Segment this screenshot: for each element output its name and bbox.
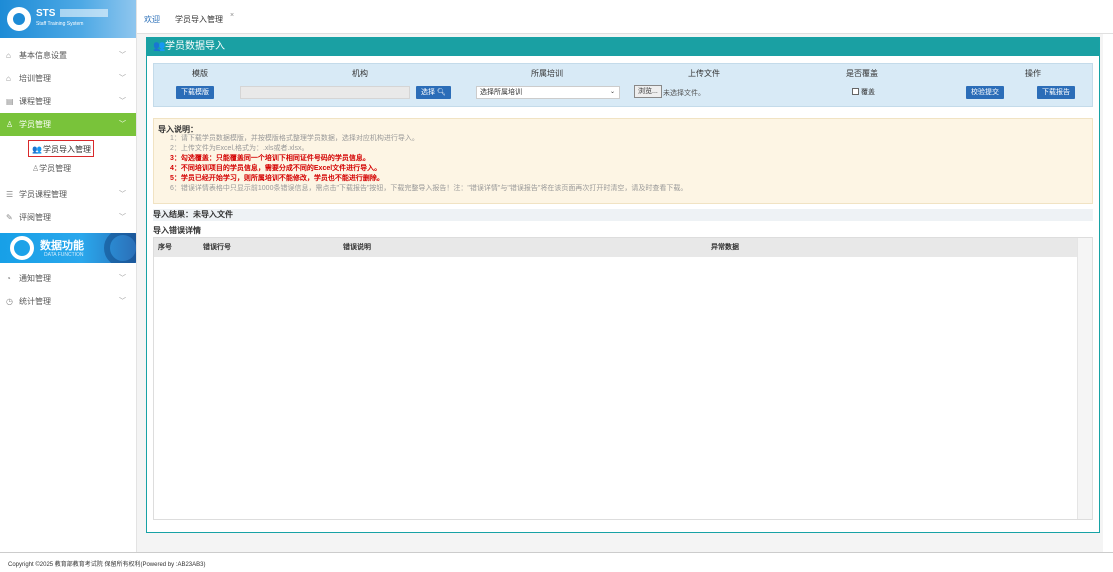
sidebar-item-training[interactable]: ⌂ 培训管理 ﹀ bbox=[0, 67, 136, 90]
chevron-down-icon: ﹀ bbox=[119, 121, 126, 128]
column-header-abnormal-data: 异常数据 bbox=[711, 244, 739, 251]
notice-title: 导入说明： bbox=[158, 125, 198, 134]
main-content: 👥 学员数据导入 模版 下载模版 机构 选择 🔍︎ 所属培训 选择所属培训 ⌄ … bbox=[137, 34, 1103, 552]
chevron-down-icon: ﹀ bbox=[119, 52, 126, 59]
data-function-title: 数据功能 bbox=[40, 240, 84, 252]
error-table: 序号 错误行号 错误说明 异常数据 bbox=[153, 237, 1093, 520]
import-result: 导入结果：未导入文件 bbox=[153, 209, 1093, 221]
sidebar-item-label: 课程管理 bbox=[19, 97, 51, 106]
column-header-error-desc: 错误说明 bbox=[343, 244, 371, 251]
gear-bg-icon bbox=[104, 233, 136, 263]
sidebar-item-review[interactable]: ✎ 评阅管理 ﹀ bbox=[0, 206, 136, 229]
sidebar-item-label: 评阅管理 bbox=[19, 213, 51, 222]
chevron-down-icon: ﹀ bbox=[119, 275, 126, 282]
panel-title: 学员数据导入 bbox=[165, 41, 225, 52]
book-icon: ▤ bbox=[6, 97, 14, 106]
logo-redacted bbox=[60, 9, 108, 17]
logo-bar: STS Staff Training System bbox=[0, 0, 136, 38]
training-select-value: 选择所属培训 bbox=[480, 89, 522, 96]
training-label: 所属培训 bbox=[531, 69, 563, 78]
close-icon[interactable]: × bbox=[230, 12, 234, 19]
org-label: 机构 bbox=[352, 69, 368, 78]
file-name-text: 未选择文件。 bbox=[663, 90, 705, 97]
import-notice: 导入说明： 1：请下载学员数据模版，并按模版格式整理学员数据，选择对应机构进行导… bbox=[153, 118, 1093, 204]
sidebar-item-student-courses[interactable]: ☰ 学员课程管理 ﹀ bbox=[0, 183, 136, 206]
sidebar-item-label: 基本信息设置 bbox=[19, 51, 67, 60]
data-function-subtitle: DATA FUNCTION bbox=[44, 252, 84, 258]
verify-submit-button[interactable]: 校验提交 bbox=[966, 86, 1004, 99]
home-icon: ⌂ bbox=[6, 51, 11, 60]
notice-line-warning: 3：勾选覆盖：只能覆盖同一个培训下相同证件号码的学员信息。 bbox=[170, 155, 370, 162]
sidebar-item-label: 通知管理 bbox=[19, 274, 51, 283]
search-icon: 🔍︎ bbox=[436, 89, 446, 96]
chat-icon: ◔ bbox=[6, 274, 11, 283]
notice-line: 6：错误详情表格中只显示前1000条错误信息，需点击"下载报告"按钮，下载完整导… bbox=[170, 185, 688, 192]
download-report-button[interactable]: 下载报告 bbox=[1037, 86, 1075, 99]
sidebar-subitem-student-import[interactable]: 👥学员导入管理 bbox=[28, 140, 94, 157]
training-select[interactable]: 选择所属培训 ⌄ bbox=[476, 86, 620, 99]
chevron-down-icon: ﹀ bbox=[119, 75, 126, 82]
checkbox-box[interactable] bbox=[852, 88, 859, 95]
chevron-down-icon: ⌄ bbox=[609, 89, 615, 95]
actions-label: 操作 bbox=[1025, 69, 1041, 78]
import-form: 模版 下载模版 机构 选择 🔍︎ 所属培训 选择所属培训 ⌄ 上传文件 浏览..… bbox=[153, 63, 1093, 107]
logo-icon bbox=[7, 7, 31, 31]
chevron-down-icon: ﹀ bbox=[119, 298, 126, 305]
sidebar-subitem-student-manage[interactable]: ♙学员管理 bbox=[0, 160, 136, 177]
sidebar-item-basic-settings[interactable]: ⌂ 基本信息设置 ﹀ bbox=[0, 44, 136, 67]
download-template-button[interactable]: 下载模版 bbox=[176, 86, 214, 99]
sidebar-item-courses[interactable]: ▤ 课程管理 ﹀ bbox=[0, 90, 136, 113]
chevron-down-icon: ﹀ bbox=[119, 98, 126, 105]
notice-line-warning: 4：不同培训项目的学员信息，需要分成不同的Excel文件进行导入。 bbox=[170, 165, 382, 172]
users-icon: 👥 bbox=[153, 41, 166, 52]
import-panel: 👥 学员数据导入 模版 下载模版 机构 选择 🔍︎ 所属培训 选择所属培训 ⌄ … bbox=[146, 37, 1100, 533]
sidebar-subitem-label: 学员导入管理 bbox=[42, 145, 91, 154]
select-org-label: 选择 bbox=[421, 89, 435, 96]
sidebar-item-label: 学员课程管理 bbox=[19, 190, 67, 199]
panel-header: 👥 学员数据导入 bbox=[147, 38, 1099, 56]
org-input[interactable] bbox=[240, 86, 410, 99]
column-header-index: 序号 bbox=[158, 244, 172, 251]
error-detail-title: 导入错误详情 bbox=[153, 226, 201, 235]
sidebar-item-statistics[interactable]: ◷ 统计管理 ﹀ bbox=[0, 290, 136, 313]
graduation-icon: ⌂ bbox=[6, 74, 11, 83]
vertical-scrollbar[interactable] bbox=[1077, 238, 1092, 519]
sidebar-item-students[interactable]: ♙ 学员管理 ﹀ bbox=[0, 113, 136, 136]
sidebar: STS Staff Training System ⌂ 基本信息设置 ﹀ ⌂ 培… bbox=[0, 0, 137, 552]
sidebar-subitem-label: 学员管理 bbox=[39, 164, 72, 173]
user-icon: ♙ bbox=[6, 120, 14, 129]
edit-icon: ✎ bbox=[6, 213, 13, 222]
upload-label: 上传文件 bbox=[688, 69, 720, 78]
footer: Copyright ©2025 教育部教育考试院 保留所有权利(Powered … bbox=[0, 552, 1113, 572]
sidebar-item-label: 学员管理 bbox=[19, 120, 51, 129]
tab-student-import[interactable]: 学员导入管理 bbox=[175, 14, 223, 25]
tab-home[interactable]: 欢迎 bbox=[144, 14, 160, 25]
browse-button[interactable]: 浏览... bbox=[634, 85, 662, 98]
chevron-down-icon: ﹀ bbox=[119, 191, 126, 198]
copyright-text: Copyright ©2025 教育部教育考试院 保留所有权利(Powered … bbox=[8, 562, 206, 568]
notice-line-warning: 5：学员已经开始学习，则所属培训不能修改，学员也不能进行删除。 bbox=[170, 175, 384, 182]
gear-icon bbox=[10, 236, 34, 260]
tab-bar: 欢迎 学员导入管理 × bbox=[137, 10, 1113, 34]
notice-line: 1：请下载学员数据模版，并按模版格式整理学员数据，选择对应机构进行导入。 bbox=[170, 135, 419, 142]
template-label: 模版 bbox=[192, 69, 208, 78]
app-root: STS Staff Training System ⌂ 基本信息设置 ﹀ ⌂ 培… bbox=[0, 0, 1113, 572]
select-org-button[interactable]: 选择 🔍︎ bbox=[416, 86, 451, 99]
users-icon: 👥 bbox=[32, 145, 42, 154]
logo-title: STS bbox=[36, 8, 56, 19]
sidebar-item-label: 统计管理 bbox=[19, 297, 51, 306]
sidebar-item-notifications[interactable]: ◔ 通知管理 ﹀ bbox=[0, 267, 136, 290]
overwrite-label: 是否覆盖 bbox=[846, 69, 878, 78]
notice-line: 2：上传文件为Excel,格式为：.xls或者.xlsx。 bbox=[170, 145, 309, 152]
clock-icon: ◷ bbox=[6, 297, 13, 306]
column-header-error-row: 错误行号 bbox=[203, 244, 231, 251]
sidebar-item-label: 培训管理 bbox=[19, 74, 51, 83]
list-icon: ☰ bbox=[6, 190, 14, 199]
overwrite-option-label: 覆盖 bbox=[861, 89, 875, 96]
logo-subtitle: Staff Training System bbox=[36, 21, 84, 27]
data-function-banner[interactable]: 数据功能 DATA FUNCTION bbox=[0, 233, 136, 263]
chevron-down-icon: ﹀ bbox=[119, 214, 126, 221]
table-header: 序号 错误行号 错误说明 异常数据 bbox=[154, 238, 1078, 257]
overwrite-checkbox[interactable]: 覆盖 bbox=[852, 87, 875, 97]
